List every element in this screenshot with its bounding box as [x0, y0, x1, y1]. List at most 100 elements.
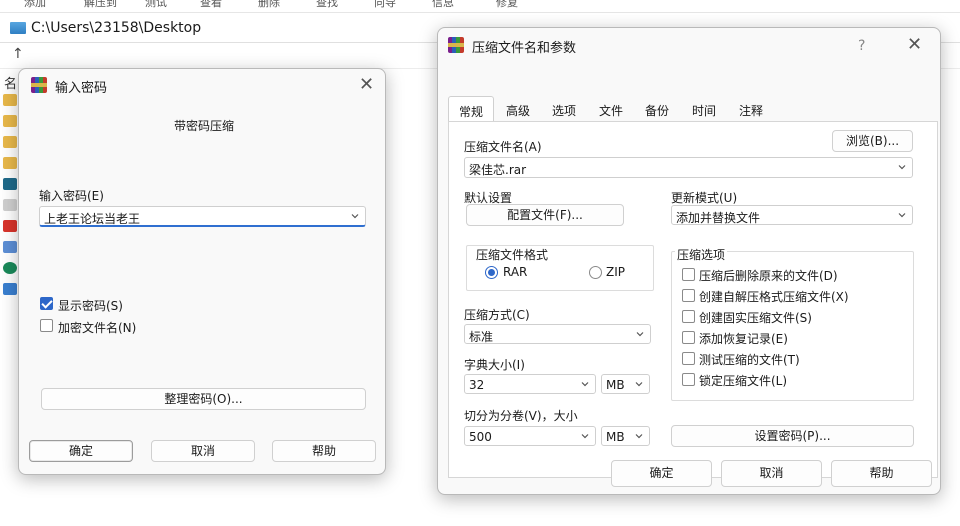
- menu-delete[interactable]: 删除: [258, 0, 280, 10]
- menu-wizard[interactable]: 向导: [374, 0, 396, 10]
- menu-add[interactable]: 添加: [24, 0, 46, 10]
- split-size-value: 500: [469, 430, 492, 444]
- update-mode-label: 更新模式(U): [671, 191, 738, 205]
- option-checkbox[interactable]: [682, 289, 695, 302]
- chevron-down-icon[interactable]: [635, 432, 643, 440]
- tab-backup[interactable]: 备份: [635, 96, 679, 122]
- help-button[interactable]: 帮助: [831, 460, 932, 487]
- option-checkbox[interactable]: [682, 373, 695, 386]
- chevron-down-icon[interactable]: [898, 163, 906, 171]
- zip-radio[interactable]: [589, 266, 602, 279]
- update-mode-value: 添加并替换文件: [676, 211, 761, 225]
- chevron-down-icon[interactable]: [351, 212, 359, 220]
- password-dialog-title: 输入密码: [55, 81, 108, 96]
- password-dialog: 输入密码 ✕ 带密码压缩 输入密码(E) 上老王论坛当老王 显示密码(S) 加密…: [18, 68, 386, 475]
- folder-icon[interactable]: [3, 136, 17, 148]
- menu-info[interactable]: 信息: [432, 0, 454, 10]
- explorer-menubar: 添加 解压到 测试 查看 删除 查找 向导 信息 修复: [0, 0, 960, 13]
- password-value: 上老王论坛当老王: [44, 212, 141, 226]
- dictionary-label: 字典大小(I): [464, 358, 525, 372]
- browse-button[interactable]: 浏览(B)...: [832, 130, 913, 152]
- options-group-label: 压缩选项: [675, 246, 728, 263]
- chevron-down-icon[interactable]: [898, 211, 906, 219]
- option-lock[interactable]: 锁定压缩文件(L): [699, 372, 787, 389]
- split-size-select[interactable]: 500: [464, 426, 596, 446]
- password-label: 输入密码(E): [39, 189, 104, 203]
- rar-label[interactable]: RAR: [503, 265, 527, 279]
- help-question-icon[interactable]: ?: [858, 37, 865, 55]
- zip-label[interactable]: ZIP: [606, 265, 625, 279]
- chevron-down-icon[interactable]: [635, 380, 643, 388]
- option-checkbox[interactable]: [682, 331, 695, 344]
- split-unit: MB: [606, 430, 625, 444]
- tab-time[interactable]: 时间: [682, 96, 726, 122]
- menu-test[interactable]: 测试: [145, 0, 167, 10]
- split-unit-select[interactable]: MB: [601, 426, 650, 446]
- dictionary-value: 32: [469, 378, 485, 392]
- password-dialog-titlebar: 输入密码 ✕: [19, 69, 385, 101]
- set-password-button[interactable]: 设置密码(P)...: [671, 425, 914, 447]
- document-file-icon[interactable]: [3, 199, 17, 211]
- dictionary-select[interactable]: 32: [464, 374, 596, 394]
- split-label: 切分为分卷(V)，大小: [464, 409, 578, 423]
- column-header-name[interactable]: 名: [4, 73, 17, 92]
- option-recovery[interactable]: 添加恢复记录(E): [699, 330, 788, 347]
- app-file-icon[interactable]: [3, 178, 17, 190]
- encrypt-filenames-label[interactable]: 加密文件名(N): [58, 319, 136, 336]
- archive-name-label: 压缩文件名(A): [464, 140, 542, 154]
- method-select[interactable]: 标准: [464, 324, 651, 344]
- cancel-button[interactable]: 取消: [721, 460, 822, 487]
- cancel-button[interactable]: 取消: [151, 440, 255, 462]
- option-test[interactable]: 测试压缩的文件(T): [699, 351, 800, 368]
- password-dialog-subtitle: 带密码压缩: [174, 119, 235, 133]
- option-solid[interactable]: 创建固实压缩文件(S): [699, 309, 812, 326]
- close-icon[interactable]: ✕: [359, 76, 374, 94]
- rar-radio[interactable]: [485, 266, 498, 279]
- tab-comment[interactable]: 注释: [728, 96, 774, 122]
- folder-icon[interactable]: [3, 94, 17, 106]
- method-label: 压缩方式(C): [464, 308, 530, 322]
- explorer-statusbar: [0, 517, 960, 526]
- archive-dialog: 压缩文件名和参数 ? ✕ 常规 高级 选项 文件 备份 时间 注释 压缩文件名(…: [437, 27, 941, 495]
- app-shortcut-icon[interactable]: [3, 262, 17, 274]
- update-mode-select[interactable]: 添加并替换文件: [671, 205, 913, 225]
- option-delete-after[interactable]: 压缩后删除原来的文件(D): [699, 267, 838, 284]
- help-button[interactable]: 帮助: [272, 440, 376, 462]
- menu-repair[interactable]: 修复: [496, 0, 518, 10]
- show-password-label[interactable]: 显示密码(S): [58, 297, 123, 314]
- folder-icon[interactable]: [3, 115, 17, 127]
- network-file-icon[interactable]: [3, 241, 17, 253]
- profile-button[interactable]: 配置文件(F)...: [466, 204, 624, 226]
- general-tab-panel: 压缩文件名(A) 浏览(B)... 梁佳芯.rar 默认设置 配置文件(F)..…: [448, 121, 938, 478]
- password-input[interactable]: 上老王论坛当老王: [39, 206, 366, 227]
- organize-passwords-button[interactable]: 整理密码(O)...: [41, 388, 366, 410]
- encrypt-filenames-checkbox[interactable]: [40, 319, 53, 332]
- dictionary-unit-select[interactable]: MB: [601, 374, 650, 394]
- option-checkbox[interactable]: [682, 352, 695, 365]
- tab-advanced[interactable]: 高级: [496, 96, 540, 122]
- folder-icon[interactable]: [3, 157, 17, 169]
- archive-dialog-title: 压缩文件名和参数: [472, 41, 577, 56]
- close-icon[interactable]: ✕: [907, 36, 922, 54]
- chevron-down-icon[interactable]: [636, 330, 644, 338]
- chevron-down-icon[interactable]: [581, 380, 589, 388]
- wps-file-icon[interactable]: [3, 220, 17, 232]
- method-value: 标准: [469, 330, 494, 344]
- tab-general[interactable]: 常规: [448, 96, 494, 123]
- menu-view[interactable]: 查看: [200, 0, 222, 10]
- menu-find[interactable]: 查找: [316, 0, 338, 10]
- show-password-checkbox[interactable]: [40, 297, 53, 310]
- winrar-icon: [448, 37, 464, 53]
- menu-extract[interactable]: 解压到: [84, 0, 117, 10]
- ok-button[interactable]: 确定: [29, 440, 133, 462]
- tab-files[interactable]: 文件: [589, 96, 633, 122]
- archive-name-combo[interactable]: 梁佳芯.rar: [464, 157, 913, 178]
- option-checkbox[interactable]: [682, 268, 695, 281]
- chevron-down-icon[interactable]: [581, 432, 589, 440]
- option-checkbox[interactable]: [682, 310, 695, 323]
- option-sfx[interactable]: 创建自解压格式压缩文件(X): [699, 288, 849, 305]
- up-arrow-icon[interactable]: ↑: [12, 46, 24, 62]
- cloud-file-icon[interactable]: [3, 283, 17, 295]
- ok-button[interactable]: 确定: [611, 460, 712, 487]
- tab-options[interactable]: 选项: [542, 96, 586, 122]
